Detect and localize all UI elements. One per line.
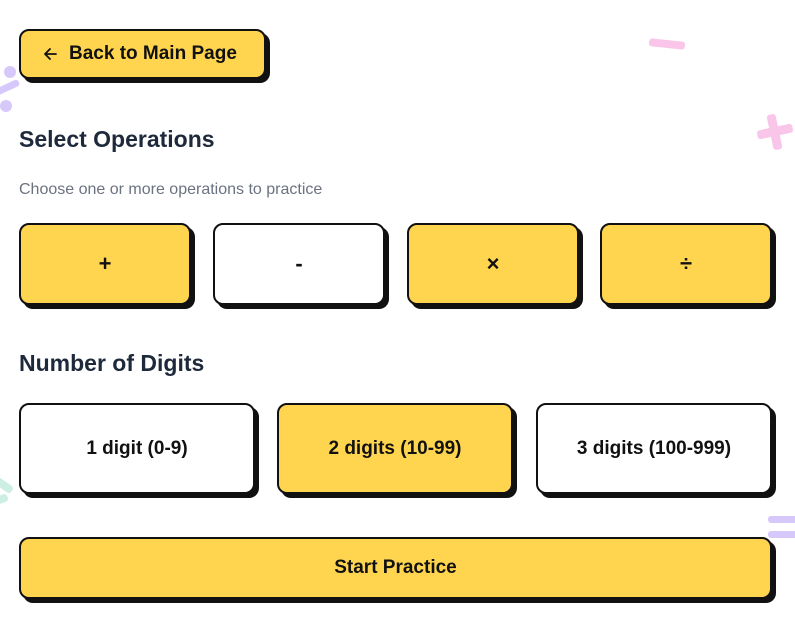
operation-divide-label: ÷ [679,251,693,276]
operation-add-label: + [98,251,112,276]
operations-title: Select Operations [19,126,215,152]
digits-3-label: 3 digits (100-999) [576,438,732,459]
digits-2-button[interactable]: 2 digits (10-99) [277,403,513,494]
minus-deco-icon [647,36,687,52]
operation-multiply-button[interactable]: × [407,223,579,305]
operation-multiply-label: × [486,251,500,276]
operation-add-button[interactable]: + [19,223,191,305]
digits-1-label: 1 digit (0-9) [86,438,188,459]
plus-deco-icon [755,112,795,152]
start-practice-button[interactable]: Start Practice [19,537,772,599]
digits-1-button[interactable]: 1 digit (0-9) [19,403,255,494]
digits-title: Number of Digits [19,350,205,376]
start-practice-label: Start Practice [334,557,457,578]
operation-subtract-button[interactable]: - [213,223,385,305]
digits-2-label: 2 digits (10-99) [328,438,462,459]
mint-deco-icon [0,473,20,510]
back-to-main-button[interactable]: Back to Main Page [19,29,266,79]
equals-deco-icon [766,513,795,543]
operations-subtitle: Choose one or more operations to practic… [19,181,323,198]
operation-subtract-label: - [295,251,303,276]
operation-divide-button[interactable]: ÷ [600,223,772,305]
back-button-label: Back to Main Page [69,43,237,64]
digits-3-button[interactable]: 3 digits (100-999) [536,403,772,494]
arrow-left-icon [43,47,57,61]
